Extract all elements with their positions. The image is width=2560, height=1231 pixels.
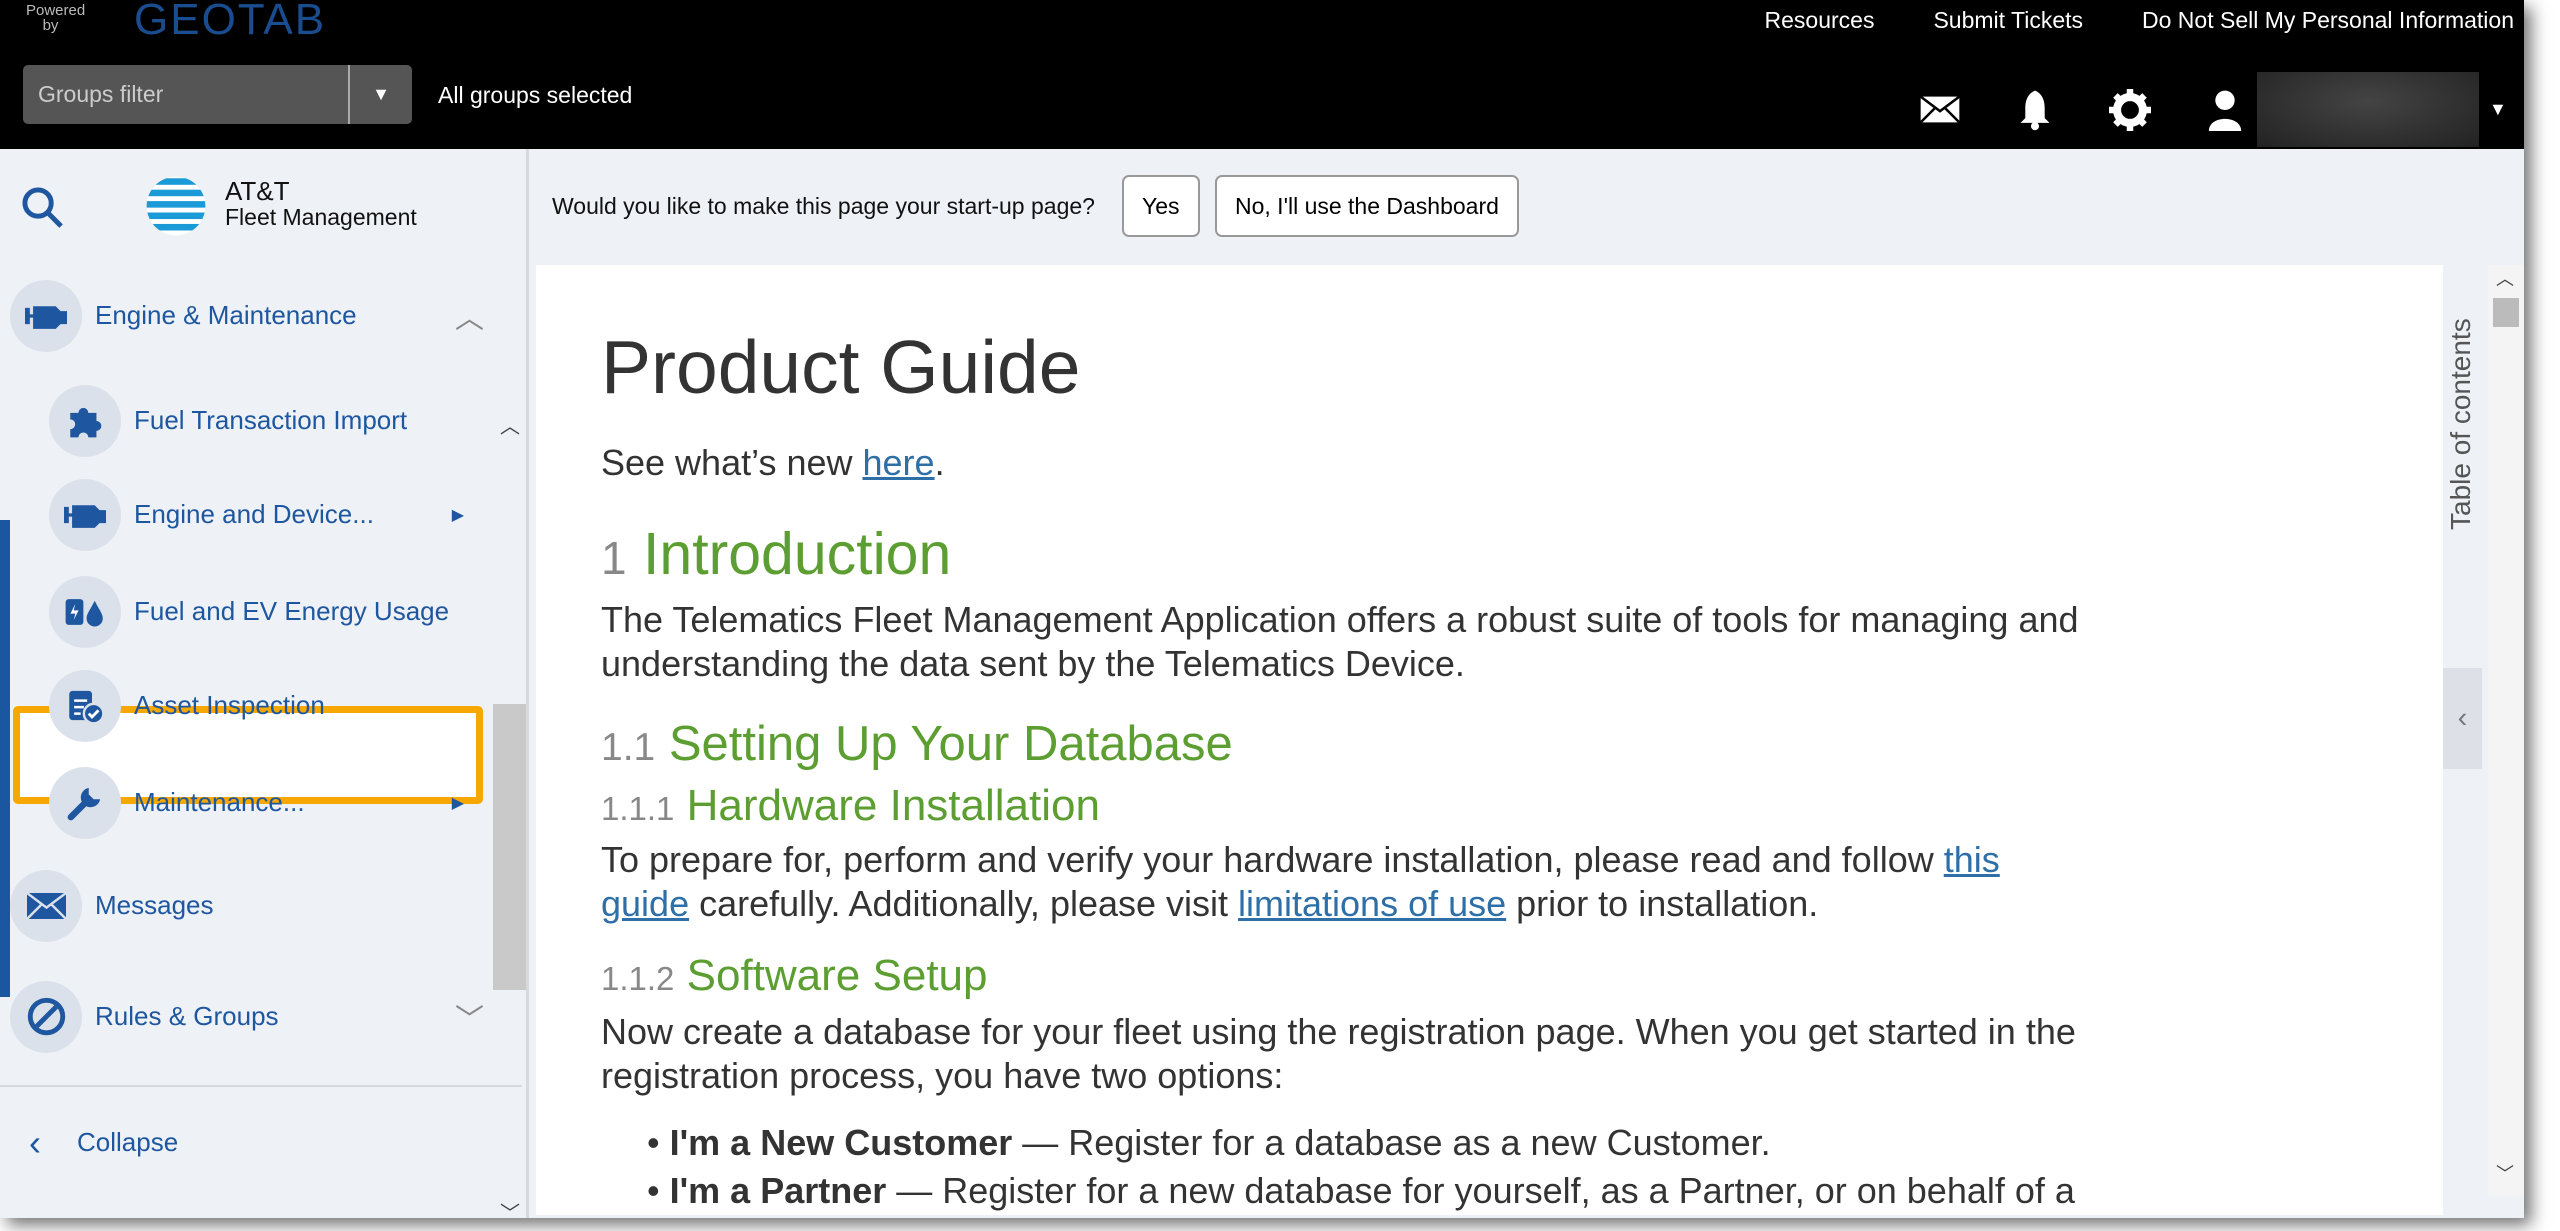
paragraph: Now create a database for your fleet usi… [601,1011,2076,1052]
chevron-up-icon[interactable]: ︿ [455,295,484,337]
section-heading: Hardware Installation [686,781,1100,830]
toc-expand-chevron-icon[interactable]: ‹ [2443,668,2482,769]
section-number: 1.1.2 [601,960,675,997]
app-window: Powered by GEOTAB Resources Submit Ticke… [0,0,2524,1218]
scroll-down-icon[interactable]: ﹀ [500,1197,520,1218]
gear-icon[interactable] [2100,85,2159,134]
att-logo-text: AT&T [225,176,290,206]
sidebar-item-label: Fuel and EV Energy Usage [134,596,450,626]
paragraph: understanding the data sent by the Telem… [601,643,1465,684]
section-number: 1.1.1 [601,790,675,827]
whats-new-link[interactable]: here [863,442,935,483]
mail-icon [10,869,82,942]
top-bar: Powered by GEOTAB Resources Submit Ticke… [0,0,2524,149]
sidebar-item-label: Engine and Device... [134,499,374,529]
sidebar-item-fuel-transaction-import[interactable]: Fuel Transaction Import [49,373,490,468]
option-title: I'm a New Customer [669,1122,1013,1163]
sidebar-item-label: Asset Inspection [134,690,325,720]
collapse-label: Collapse [77,1127,179,1157]
use-dashboard-button[interactable]: No, I'll use the Dashboard [1215,175,1519,237]
caret-right-icon: ▶ [451,506,464,524]
puzzle-icon [49,384,121,457]
this-guide-link[interactable]: this [1944,839,2000,880]
fleet-management-text: Fleet Management [225,204,417,230]
list-item: • I'm a Partner — Register for a new dat… [647,1169,2075,1213]
clipboard-check-icon [49,669,121,742]
main-content: Would you like to make this page your st… [529,149,2524,1218]
sidebar-item-engine-device[interactable]: Engine and Device... ▶ [49,467,490,562]
whats-new-text: See what’s new [601,442,863,483]
scroll-up-icon[interactable]: ︿ [500,410,520,439]
main-scrollbar[interactable]: ︿ ﹀ [2488,265,2524,1196]
page-title: Product Guide [601,325,1081,409]
section-heading: Setting Up Your Database [668,717,1233,771]
att-globe-logo [145,175,207,242]
bullet: • [647,1170,670,1211]
sidebar-item-rules-groups[interactable]: Rules & Groups ﹀ [10,969,500,1064]
sidebar-item-maintenance[interactable]: Maintenance... ▶ [49,755,490,850]
submit-tickets-link[interactable]: Submit Tickets [1933,7,2083,34]
paragraph: To prepare for, perform and verify your … [601,839,1944,880]
fuel-ev-icon [49,575,121,648]
powered-by-label: Powered by [26,2,86,34]
period: . [934,442,945,483]
collapse-button[interactable]: ‹ Collapse [0,1085,522,1198]
do-not-sell-link[interactable]: Do Not Sell My Personal Information [2142,7,2514,34]
startup-question: Would you like to make this page your st… [552,193,1095,219]
resources-link[interactable]: Resources [1765,7,1875,34]
sidebar-item-asset-inspection[interactable]: Asset Inspection [49,658,490,753]
this-guide-link[interactable]: guide [601,883,689,924]
section-number: 1.1 [601,726,656,769]
toc-label[interactable]: Table of contents [2445,285,2477,530]
table-of-contents-panel[interactable]: Table of contents ‹ [2443,265,2482,1179]
sidebar: AT&T Fleet Management Engine & Maintenanc… [0,149,529,1218]
engine-icon [49,478,121,551]
sidebar-item-engine-maintenance[interactable]: Engine & Maintenance ︿ [10,268,500,363]
sidebar-item-label: Engine & Maintenance [95,300,357,330]
groups-filter[interactable]: Groups filter ▼ [23,65,412,124]
limitations-of-use-link[interactable]: limitations of use [1238,883,1506,924]
sidebar-item-label: Maintenance... [134,787,305,817]
paragraph: carefully. Additionally, please visit [689,883,1239,924]
bullet: • [647,1122,670,1163]
user-menu-chevron-icon[interactable]: ▼ [2489,99,2507,120]
sidebar-item-messages[interactable]: Messages [10,858,500,953]
yes-button[interactable]: Yes [1122,175,1200,237]
main-scroll-thumb[interactable] [2493,298,2519,327]
chevron-down-icon[interactable]: ▼ [348,65,412,124]
sidebar-item-fuel-ev-energy-usage[interactable]: Fuel and EV Energy Usage [49,564,490,659]
search-icon[interactable] [20,185,66,236]
paragraph: The Telematics Fleet Management Applicat… [601,599,2079,640]
groups-status: All groups selected [438,82,633,108]
user-name-redacted[interactable] [2257,72,2479,147]
section-heading: Software Setup [686,951,988,1000]
bell-icon[interactable] [2005,85,2064,134]
paragraph: registration process, you have two optio… [601,1055,1284,1096]
mail-icon[interactable] [1910,85,1969,134]
chevron-down-icon[interactable]: ﹀ [455,996,484,1038]
rules-icon [10,980,82,1053]
scroll-up-icon[interactable]: ︿ [2496,265,2514,291]
list-item: • I'm a New Customer — Register for a da… [647,1121,1771,1165]
scroll-down-icon[interactable]: ﹀ [2496,1160,2514,1186]
sidebar-item-label: Rules & Groups [95,1001,279,1031]
option-text: — Register for a database as a new Custo… [1012,1122,1771,1163]
wrench-icon [49,766,121,839]
submenu-indicator [0,520,10,997]
groups-filter-input[interactable]: Groups filter [23,65,348,124]
section-heading: Introduction [643,521,952,587]
engine-icon [10,279,82,352]
option-text: — Register for a new database for yourse… [886,1170,2075,1211]
product-guide-document: Product Guide See what’s new here. 1 Int… [536,265,2443,1215]
chevron-left-icon: ‹ [29,1121,41,1163]
caret-right-icon: ▶ [451,794,464,812]
geotab-logo: GEOTAB [134,0,327,44]
user-icon[interactable] [2195,85,2254,134]
option-title: I'm a Partner [669,1170,887,1211]
sidebar-scroll-thumb[interactable] [493,704,526,990]
sidebar-item-label: Fuel Transaction Import [134,405,408,435]
section-number: 1 [601,532,627,584]
sidebar-item-label: Messages [95,890,214,920]
paragraph: prior to installation. [1506,883,1819,924]
